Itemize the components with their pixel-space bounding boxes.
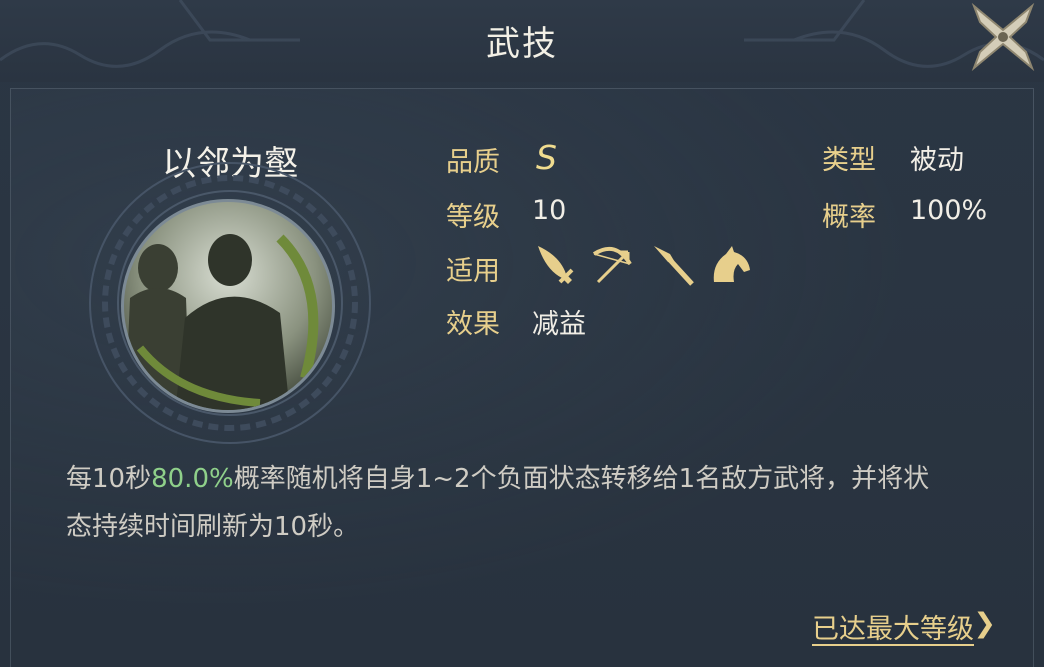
max-level-link[interactable]: 已达最大等级	[812, 607, 974, 646]
title-bar: 武技	[0, 0, 1044, 82]
effect-label: 效果	[446, 309, 500, 340]
close-button[interactable]	[966, 0, 1040, 74]
horse-icon	[713, 246, 750, 282]
quality-label: 品质	[446, 147, 500, 178]
close-x-icon	[971, 2, 1035, 72]
skill-description: 每10秒80.0%概率随机将自身1~2个负面状态转移给1名敌方武将，并将状态持续…	[66, 455, 946, 551]
chance-value: 100%	[910, 195, 988, 226]
level-label: 等级	[446, 202, 500, 233]
spear-icon	[654, 246, 694, 286]
chevron-right-icon[interactable]: ❯	[973, 608, 996, 639]
type-label: 类型	[822, 145, 876, 176]
effect-value: 减益	[532, 309, 586, 340]
skill-portrait[interactable]	[120, 198, 336, 414]
description-text-1: 每10秒	[66, 464, 152, 494]
window-title: 武技	[486, 24, 558, 64]
chance-label: 概率	[822, 202, 876, 233]
sword-icon	[538, 246, 574, 284]
quality-grade: S	[536, 138, 557, 177]
applicable-label: 适用	[446, 256, 500, 287]
bow-icon	[592, 246, 632, 284]
level-value: 10	[532, 195, 567, 226]
description-highlight: 80.0%	[151, 464, 234, 494]
type-value: 被动	[910, 145, 964, 176]
